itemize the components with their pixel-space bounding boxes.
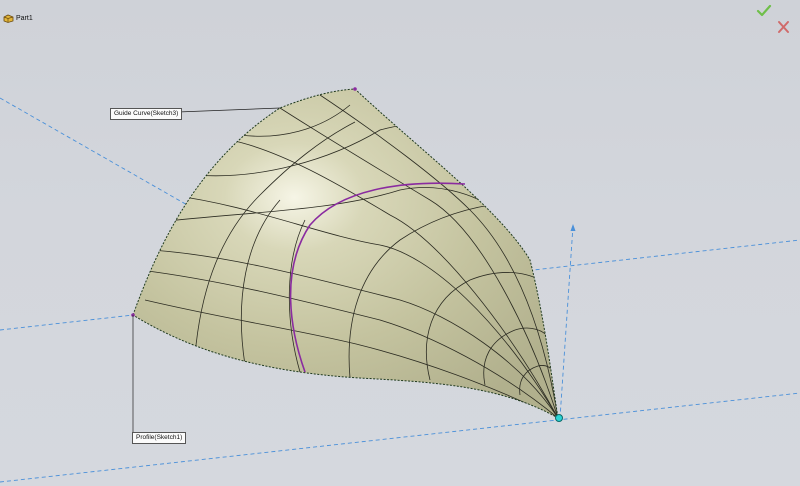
- surface-fill: [133, 89, 558, 418]
- guide-curve-callout[interactable]: Guide Curve(Sketch3): [110, 108, 183, 120]
- part-name: Part1: [16, 14, 33, 22]
- part-icon: [3, 14, 14, 23]
- check-icon: [756, 4, 772, 17]
- feature-tree-root[interactable]: Part1: [3, 11, 33, 25]
- guide-callout-leader: [177, 107, 281, 113]
- confirm-button[interactable]: [755, 3, 773, 19]
- axis-line-lower: [0, 392, 800, 483]
- cancel-button[interactable]: [775, 19, 793, 35]
- graphics-viewport[interactable]: [0, 0, 800, 486]
- profile-callout[interactable]: Profile(Sketch1): [132, 432, 187, 444]
- swept-surface[interactable]: [132, 88, 559, 419]
- origin-point[interactable]: [555, 414, 563, 422]
- guide-end-point[interactable]: [353, 87, 357, 91]
- close-icon: [778, 21, 789, 33]
- axis-arrow-head: [570, 224, 576, 231]
- axis-line-vertical: [559, 225, 574, 419]
